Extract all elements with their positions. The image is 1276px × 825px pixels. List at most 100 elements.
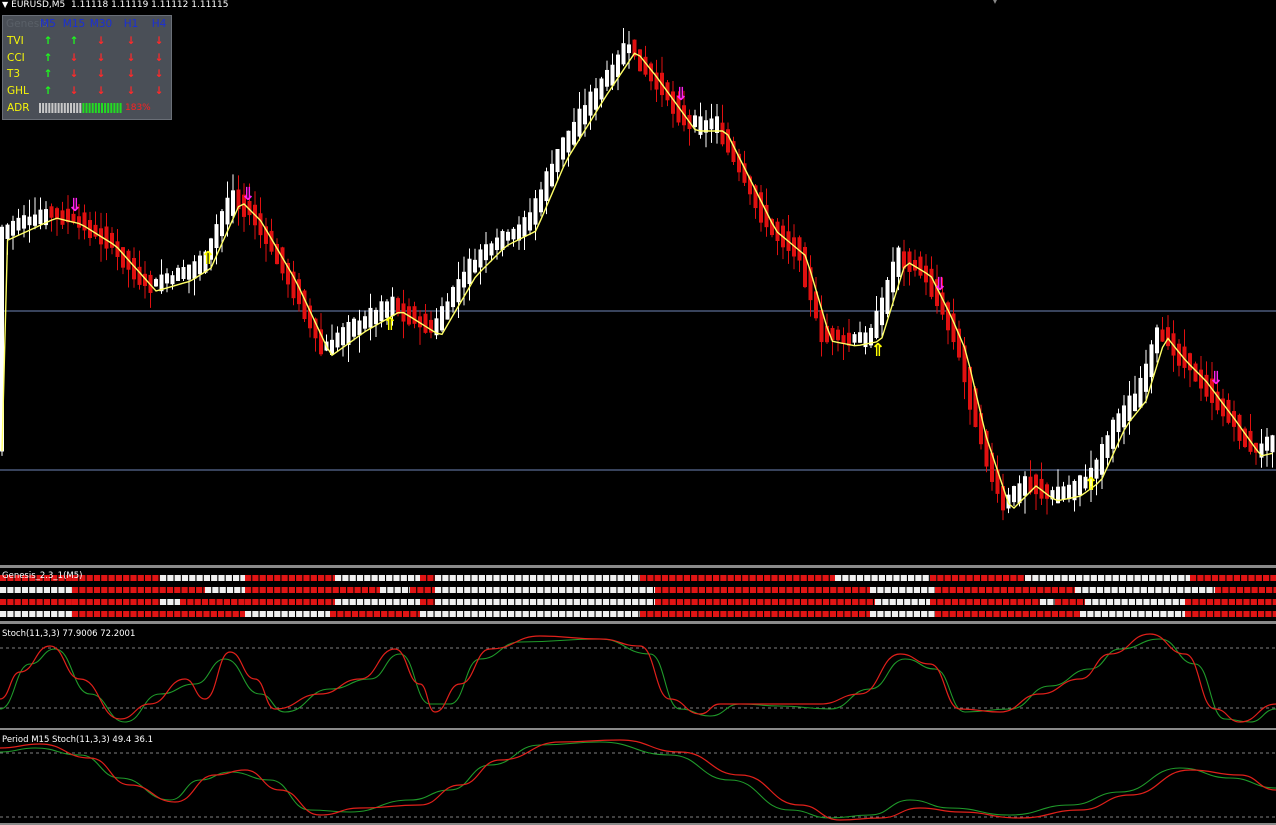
genesis-cell (86, 575, 93, 581)
adr-segment (48, 103, 51, 113)
stochastic-signal-line (0, 741, 1276, 819)
candle-body (610, 64, 615, 86)
arrow-down-icon: ↓ (69, 51, 79, 64)
genesis-cell (123, 599, 130, 605)
genesis-cell (442, 587, 449, 593)
genesis-cell (807, 575, 815, 581)
arrow-down-icon: ↓ (69, 68, 79, 81)
candle-body (192, 261, 197, 279)
genesis-cell (500, 587, 507, 593)
candle-body (170, 275, 175, 285)
genesis-cell (771, 587, 778, 593)
genesis-cell (684, 587, 691, 593)
candle-body (555, 149, 560, 173)
genesis-cell (632, 599, 639, 605)
genesis-cell (639, 587, 646, 593)
genesis-cell (742, 575, 749, 581)
adr-segment (97, 103, 100, 113)
genesis-cell (1226, 575, 1233, 581)
symbol-name: EURUSD,M5 (11, 0, 66, 10)
arrow-down-icon: ↓ (126, 35, 136, 47)
genesis-cell (325, 599, 332, 605)
genesis-cell (65, 587, 72, 593)
genesis-cell (1153, 611, 1160, 617)
genesis-cell (354, 587, 361, 593)
genesis-cell (130, 599, 137, 605)
m15-stochastic-pane[interactable]: Period M15 Stoch(11,3,3) 49.4 36.1 (0, 730, 1276, 825)
genesis-cell (906, 611, 913, 617)
candle-body (16, 217, 21, 231)
genesis-cell (108, 575, 115, 581)
genesis-cell (335, 575, 342, 581)
candle-body (709, 118, 714, 130)
genesis-cell (500, 575, 507, 581)
genesis-cell (852, 599, 859, 605)
candle-body (1166, 327, 1170, 347)
genesis-cell (93, 575, 101, 581)
genesis-cell (661, 575, 669, 581)
candle-body (214, 224, 219, 249)
candlestick-chart[interactable]: ⇓ ⇓ ⇓ ⇓ ⇓ ⇑ ⇑ ⇑ ⇑ ▾ (0, 0, 1276, 565)
genesis-cell (1228, 599, 1235, 605)
genesis-cell (21, 599, 29, 605)
genesis-cell (1126, 587, 1133, 593)
genesis-cell (0, 599, 7, 605)
genesis-cell (1127, 575, 1134, 581)
genesis-cell (93, 587, 101, 593)
genesis-cell (756, 575, 763, 581)
genesis-cell (1178, 575, 1185, 581)
genesis-cell (36, 587, 43, 593)
arrow-down-icon: ↓ (154, 51, 164, 64)
genesis-cell (252, 575, 259, 581)
genesis-cell (1106, 599, 1114, 605)
genesis-cell (403, 611, 410, 617)
genesis-cell (581, 599, 588, 605)
genesis-cell (288, 599, 295, 605)
genesis-cell (211, 575, 218, 581)
genesis-cell (993, 587, 1000, 593)
genesis-cell (266, 599, 274, 605)
genesis-cell (793, 611, 800, 617)
genesis-cell (915, 575, 922, 581)
genesis-indicator-pane[interactable]: Genesis_2.3_1(M5) (0, 565, 1276, 624)
genesis-cell (973, 599, 980, 605)
genesis-cell (238, 599, 245, 605)
genesis-cell (456, 599, 464, 605)
price-chart[interactable]: ⇓ ⇓ ⇓ ⇓ ⇓ ⇑ ⇑ ⇑ ⇑ ▾ (0, 0, 1276, 565)
genesis-cell (408, 599, 415, 605)
genesis-cell (1136, 599, 1143, 605)
genesis-cell (359, 611, 366, 617)
arrow-down-icon: ↓ (154, 35, 164, 47)
genesis-cell (79, 611, 86, 617)
genesis-cell (303, 611, 310, 617)
genesis-cell (1244, 587, 1251, 593)
genesis-cell (1272, 611, 1276, 617)
genesis-cell (588, 611, 595, 617)
genesis-cell (1236, 599, 1243, 605)
genesis-cell (993, 611, 1000, 617)
genesis-panel: Genesis M5 M15 M30 H1 H4 TVI ↑ ↑ ↓ ↓ ↓ CCI ↑ ↓ ↓ ↓… (2, 15, 172, 120)
genesis-cell (1119, 575, 1127, 581)
genesis-cell (449, 587, 456, 593)
genesis-cell (167, 599, 174, 605)
stochastic-pane[interactable]: Stoch(11,3,3) 77.9006 72.2001 (0, 624, 1276, 730)
genesis-cell (130, 611, 137, 617)
genesis-cell (676, 575, 683, 581)
genesis-cell (378, 599, 385, 605)
genesis-cell (1192, 611, 1199, 617)
candle-body (561, 137, 565, 160)
candle-body (1045, 484, 1049, 499)
genesis-cell (971, 587, 978, 593)
genesis-cell (981, 575, 988, 581)
candle (187, 264, 191, 294)
genesis-cell (793, 599, 800, 605)
candle-body (484, 244, 488, 261)
candle (478, 244, 483, 285)
candle-body (841, 335, 846, 344)
genesis-cell (617, 587, 624, 593)
chart-menu-icon[interactable]: ▼ (2, 0, 8, 9)
genesis-cell (196, 587, 203, 593)
candle-body (836, 329, 840, 341)
genesis-cell (493, 599, 500, 605)
genesis-cell (435, 587, 442, 593)
